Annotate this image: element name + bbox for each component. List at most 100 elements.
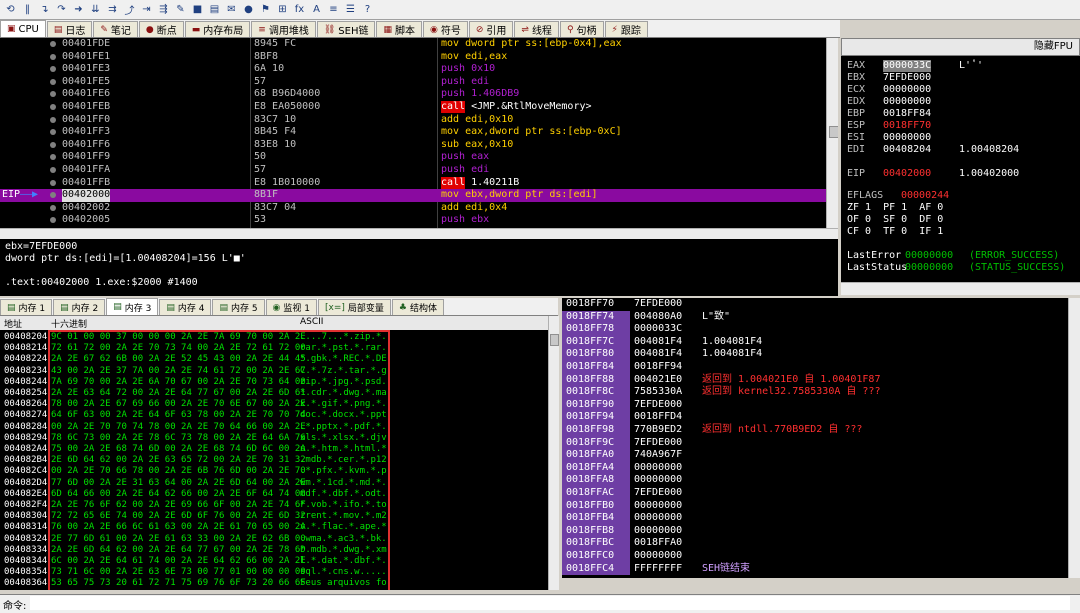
tab-symbol[interactable]: ◉ 符号 <box>422 21 468 37</box>
scrollbar-thumb[interactable] <box>550 334 559 346</box>
dump-row[interactable]: 00408214 72 61 72 00 2A 2E 70 73 74 00 2A… <box>0 343 548 355</box>
disassembly-panel[interactable]: 00401FDE 8945 FC mov dword ptr ss:[ebp-0x4… <box>0 38 838 228</box>
breakpoint-dot-icon[interactable] <box>50 53 56 60</box>
dump-row[interactable]: 004082D4 77 6D 00 2A 2E 31 63 64 00 2A 2E… <box>0 478 548 490</box>
stack-row[interactable]: 0018FF8C 7585330A 返回到 kernel32.7585330A 自 … <box>562 386 1068 399</box>
breakpoint-dot-icon[interactable] <box>50 91 56 98</box>
font-icon[interactable]: A <box>309 2 324 17</box>
disassembly-row[interactable]: 00401FFB E8 1B010000 call 1.40211B <box>0 176 826 190</box>
stack-row[interactable]: 0018FF70 7EFDE000 <box>562 298 1068 311</box>
bookmark-icon[interactable]: ⚑ <box>258 2 273 17</box>
tab-log[interactable]: ▤ 日志 <box>46 21 93 37</box>
stack-row[interactable]: 0018FF78 0000033C <box>562 323 1068 336</box>
tab-notes[interactable]: ✎ 笔记 <box>93 21 138 37</box>
tab-script[interactable]: ▦ 脚本 <box>376 21 422 37</box>
stack-row[interactable]: 0018FF94 0018FFD4 <box>562 411 1068 424</box>
dump-row[interactable]: 004082A4 75 00 2A 2E 68 74 6D 00 2A 2E 68… <box>0 444 548 456</box>
breakpoint-dot-icon[interactable] <box>50 66 56 73</box>
step-over-icon[interactable]: ↷ <box>54 2 69 17</box>
stack-scrollbar[interactable] <box>1068 298 1080 578</box>
stack-row[interactable]: 0018FF80 004081F4 1.004081F4 <box>562 348 1068 361</box>
comment-icon[interactable]: ✉ <box>224 2 239 17</box>
stack-row[interactable]: 0018FF9C 7EFDE000 <box>562 436 1068 450</box>
stack-row[interactable]: 0018FF74 004080A0 L"致" <box>562 310 1068 324</box>
tab-memory-map[interactable]: ▬ 内存布局 <box>184 21 251 37</box>
execute-till-return-icon[interactable]: ⤴ <box>122 2 137 17</box>
disassembly-scrollbar[interactable] <box>826 38 838 228</box>
stack-row[interactable]: 0018FFA4 00000000 <box>562 461 1068 475</box>
disassembly-row[interactable]: 00401FE3 6A 10 push 0x10 <box>0 63 826 76</box>
stack-row[interactable]: 0018FF90 7EFDE000 <box>562 398 1068 412</box>
disassembly-row[interactable]: 00401FF3 8B45 F4 mov eax,dword ptr ss:[ebp… <box>0 126 826 139</box>
command-input[interactable] <box>30 596 1070 610</box>
breakpoint-dot-icon[interactable] <box>50 141 56 148</box>
dump-tab[interactable]: ▤ 内存 2 <box>53 299 106 315</box>
run-icon[interactable]: ➜ <box>71 2 86 17</box>
dump-row[interactable]: 00408354 73 71 6C 00 2A 2E 63 6E 73 00 77… <box>0 567 548 579</box>
tab-trace[interactable]: ⚡ 跟踪 <box>604 21 648 37</box>
dump-row[interactable]: 004082B4 2E 6D 64 62 00 2A 2E 63 65 72 00… <box>0 455 548 467</box>
dump-row[interactable]: 00408294 78 6C 73 00 2A 2E 78 6C 73 78 00… <box>0 433 548 445</box>
stack-row[interactable]: 0018FFC4 FFFFFFFF SEH链结束 <box>562 562 1068 576</box>
tab-handle[interactable]: ⚲ 句柄 <box>559 21 604 37</box>
disassembly-horizontal-scrollbar[interactable] <box>0 228 838 239</box>
scrollbar-thumb[interactable] <box>829 126 838 138</box>
dump-tab[interactable]: ▤ 内存 1 <box>0 299 53 315</box>
step-into-icon[interactable]: ↴ <box>37 2 52 17</box>
breakpoint-dot-icon[interactable] <box>50 179 56 186</box>
stack-row[interactable]: 0018FFC0 00000000 <box>562 550 1068 563</box>
tab-call-stack[interactable]: ≡ 调用堆栈 <box>251 21 316 37</box>
disassembly-row[interactable]: 00402000 8B1F mov ebx,dword ptr ds:[edi] EI… <box>0 189 826 202</box>
stack-row[interactable]: 0018FF98 770B9ED2 返回到 ntdll.770B9ED2 自 ??? <box>562 424 1068 437</box>
disassembly-row[interactable]: 00401FF9 50 push eax <box>0 151 826 164</box>
dump-scrollbar[interactable] <box>548 316 559 590</box>
lock-icon[interactable]: ■ <box>190 2 205 17</box>
dump-row[interactable]: 00408244 7A 69 70 00 2A 2E 6A 70 67 00 2A… <box>0 377 548 389</box>
calculator-icon[interactable]: ⊞ <box>275 2 290 17</box>
dump-row[interactable]: 00408264 78 00 2A 2E 67 69 66 00 2A 2E 70… <box>0 399 548 411</box>
dump-row[interactable]: 004082E4 6D 64 66 00 2A 2E 64 62 66 00 2A… <box>0 489 548 501</box>
memory-map-icon[interactable]: ▤ <box>207 2 222 17</box>
patch-icon[interactable]: ✎ <box>173 2 188 17</box>
disassembly-row[interactable]: 00401FF6 83E8 10 sub eax,0x10 <box>0 139 826 152</box>
disassembly-row[interactable]: 00401FF0 83C7 10 add edi,0x10 <box>0 114 826 127</box>
disassembly-row[interactable]: 00401FEB E8 EA050000 call <JMP.&RtlMoveMem… <box>0 101 826 114</box>
dump-tab[interactable]: ▤ 内存 3 <box>106 298 159 315</box>
dump-row[interactable]: 00408204 9C 01 00 00 37 00 00 00 2A 2E 7A… <box>0 332 548 344</box>
tab-cpu[interactable]: ▣ CPU <box>0 20 46 37</box>
dump-row[interactable]: 00408304 72 72 65 6E 74 00 2A 2E 6D 6F 76… <box>0 511 548 523</box>
dump-row[interactable]: 00408364 53 65 75 73 20 61 72 71 75 69 76… <box>0 578 548 590</box>
dump-tab[interactable]: ♣ 结构体 <box>391 299 444 315</box>
hide-fpu-button[interactable]: 隐藏FPU <box>841 38 1080 56</box>
dump-tab[interactable]: [x=] 局部变量 <box>318 299 391 315</box>
animate-icon[interactable]: ⇶ <box>156 2 171 17</box>
stack-row[interactable]: 0018FFB8 00000000 <box>562 524 1068 538</box>
stack-row[interactable]: 0018FF7C 004081F4 1.004081F4 <box>562 335 1068 349</box>
disassembly-row[interactable]: 00402005 53 push ebx <box>0 214 826 227</box>
stack-row[interactable]: 0018FFBC 0018FFA0 <box>562 537 1068 550</box>
disassembly-row[interactable]: 00401FE6 68 B96D4000 push 1.406DB9 <box>0 88 826 101</box>
help-icon[interactable]: ? <box>360 2 375 17</box>
list-icon[interactable]: ☰ <box>343 2 358 17</box>
dump-row[interactable]: 00408274 64 6F 63 00 2A 2E 64 6F 63 78 00… <box>0 410 548 422</box>
dump-row[interactable]: 00408314 76 00 2A 2E 66 6C 61 63 00 2A 2E… <box>0 522 548 534</box>
dump-tab[interactable]: ◉ 监视 1 <box>265 299 317 315</box>
fx-icon[interactable]: fx <box>292 2 307 17</box>
breakpoint-dot-icon[interactable] <box>50 167 56 173</box>
pause-icon[interactable]: ‖ <box>20 2 35 17</box>
stack-row[interactable]: 0018FFB4 00000000 <box>562 512 1068 525</box>
dump-row[interactable]: 00408284 00 2A 2E 70 70 74 78 00 2A 2E 70… <box>0 422 548 434</box>
dump-row[interactable]: 00408334 2A 2E 6D 64 62 00 2A 2E 64 77 67… <box>0 545 548 557</box>
breakpoint-dot-icon[interactable] <box>50 78 56 85</box>
dump-tab[interactable]: ▤ 内存 5 <box>212 299 265 315</box>
stack-row[interactable]: 0018FFA8 00000000 <box>562 474 1068 487</box>
breakpoint-dot-icon[interactable] <box>50 217 56 224</box>
breakpoint-dot-icon[interactable] <box>50 204 56 211</box>
stack-row[interactable]: 0018FFA0 740A967F <box>562 449 1068 462</box>
disassembly-row[interactable]: 00401FE5 57 push edi <box>0 76 826 89</box>
dump-row[interactable]: 00408324 2E 77 6D 61 00 2A 2E 61 63 33 00… <box>0 534 548 546</box>
dump-tab[interactable]: ▤ 内存 4 <box>159 299 212 315</box>
stack-row[interactable]: 0018FF84 0018FF94 <box>562 361 1068 374</box>
disassembly-row[interactable]: 00401FDE 8945 FC mov dword ptr ss:[ebp-0x4… <box>0 38 826 51</box>
dump-row[interactable]: 004082C4 00 2A 2E 70 66 78 00 2A 2E 6B 76… <box>0 466 548 478</box>
